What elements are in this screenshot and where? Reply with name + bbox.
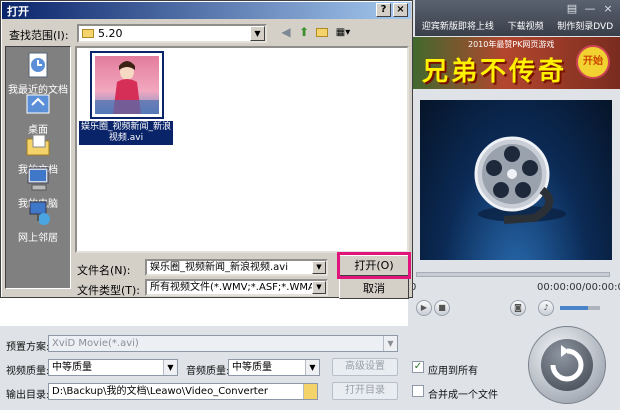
settings-panel: 预置方案: XviD Movie(*.avi) ▼ 视频质量: 中等质量 ▼ 音… xyxy=(0,326,620,410)
place-network[interactable]: 网上邻居 xyxy=(6,199,70,244)
chevron-down-icon: ▼ xyxy=(312,281,326,294)
film-reel-icon xyxy=(474,136,566,224)
place-label: 网上邻居 xyxy=(18,233,58,244)
banner-title: 兄弟不传奇 xyxy=(422,57,568,87)
advanced-settings-button[interactable]: 高级设置 xyxy=(332,358,398,376)
volume-fill xyxy=(560,306,588,310)
new-folder-icon[interactable] xyxy=(313,24,331,41)
minimize-icon[interactable]: — xyxy=(583,2,597,16)
apply-all-checkbox[interactable]: ✓ xyxy=(412,361,424,373)
dialog-titlebar[interactable]: 打开 ? × xyxy=(2,2,411,19)
place-desktop[interactable]: 桌面 xyxy=(6,91,70,136)
view-menu-icon[interactable]: ▦▾ xyxy=(333,24,353,41)
video-thumbnail-image xyxy=(95,56,159,114)
filetype-label: 文件类型(T): xyxy=(77,284,141,297)
play-icon[interactable]: ▶ xyxy=(416,300,432,316)
video-quality-select[interactable]: 中等质量 ▼ xyxy=(48,359,178,376)
chevron-down-icon: ▼ xyxy=(305,360,319,375)
desktop-icon xyxy=(24,91,52,119)
link-new-version[interactable]: 迎宾新版即将上线 xyxy=(422,19,494,35)
filetype-select[interactable]: 所有视频文件(*.WMV;*.ASF;*.WMA;*.AVI; ▼ xyxy=(145,279,328,296)
output-label: 输出目录: xyxy=(6,390,50,401)
network-places-icon xyxy=(24,199,52,227)
folder-browse-icon[interactable] xyxy=(303,384,317,399)
banner-badge: 开始 xyxy=(576,45,610,79)
file-thumbnail[interactable] xyxy=(90,51,164,119)
help-button[interactable]: ? xyxy=(376,3,391,17)
top-links: 迎宾新版即将上线 下载视频 制作刻录DVD xyxy=(415,19,620,35)
preset-label: 预置方案: xyxy=(6,342,50,353)
stop-icon[interactable]: ■ xyxy=(434,300,450,316)
look-in-select[interactable]: 5.20 ▼ xyxy=(77,24,267,43)
chevron-down-icon: ▼ xyxy=(383,336,397,351)
places-bar: 我最近的文档 桌面 我的文档 我的电脑 网上邻居 xyxy=(5,46,71,289)
video-quality-label: 视频质量: xyxy=(6,366,50,377)
output-path-field[interactable]: D:\Backup\我的文档\Leawo\Video_Converter xyxy=(48,383,318,400)
my-documents-icon xyxy=(24,131,52,159)
audio-quality-label: 音频质量: xyxy=(186,366,230,377)
convert-arrow-icon xyxy=(541,339,593,391)
convert-button[interactable] xyxy=(528,326,606,404)
playback-controls: ▶ ■ ◙ ♪ xyxy=(410,298,620,320)
video-preview xyxy=(420,100,612,260)
volume-icon[interactable]: ♪ xyxy=(538,300,554,316)
look-in-value: 5.20 xyxy=(98,27,123,40)
file-queue-area[interactable] xyxy=(0,296,408,326)
filename-label: 文件名(N): xyxy=(77,264,131,277)
close-app-icon[interactable]: × xyxy=(601,2,615,16)
look-in-label: 查找范围(I): xyxy=(9,29,69,42)
merge-label: 合并成一个文件 xyxy=(428,390,498,401)
open-directory-button[interactable]: 打开目录 xyxy=(332,382,398,400)
open-file-dialog: 打开 ? × 查找范围(I): 5.20 ▼ ◀ ⬆ ▦▾ 我最近的文档 桌面 … xyxy=(0,0,413,299)
video-quality-value: 中等质量 xyxy=(52,362,92,373)
seek-bar[interactable] xyxy=(416,272,610,277)
link-make-dvd[interactable]: 制作刻录DVD xyxy=(557,19,613,35)
merge-checkbox[interactable] xyxy=(412,385,424,397)
output-path-value: D:\Backup\我的文档\Leawo\Video_Converter xyxy=(52,386,268,397)
chevron-down-icon: ▼ xyxy=(163,360,177,375)
preset-select[interactable]: XviD Movie(*.avi) ▼ xyxy=(48,335,398,352)
dialog-title: 打开 xyxy=(7,5,29,18)
apply-all-label: 应用到所有 xyxy=(428,366,478,377)
file-list[interactable]: 娱乐圈_视频新闻_新浪视频.avi xyxy=(75,46,409,253)
preset-value: XviD Movie(*.avi) xyxy=(52,338,139,349)
filename-value: 娱乐圈_视频新闻_新浪视频.avi xyxy=(150,262,289,273)
ad-banner[interactable]: 2010年最赞PK网页游戏 兄弟不传奇 开始 xyxy=(410,37,620,89)
filename-input[interactable]: 娱乐圈_视频新闻_新浪视频.avi ▼ xyxy=(145,259,328,276)
open-button-highlight xyxy=(337,252,411,279)
close-icon[interactable]: × xyxy=(393,3,408,17)
link-download-video[interactable]: 下载视频 xyxy=(508,19,544,35)
volume-slider[interactable] xyxy=(560,306,600,310)
back-icon[interactable]: ◀ xyxy=(277,24,295,41)
chevron-down-icon: ▼ xyxy=(312,261,326,274)
banner-subtitle: 2010年最赞PK网页游戏 xyxy=(468,40,555,49)
up-folder-icon[interactable]: ⬆ xyxy=(295,24,313,41)
folder-icon xyxy=(82,29,94,38)
recent-docs-icon xyxy=(24,51,52,79)
time-display: 00:00:00/00:00:00 xyxy=(537,282,620,293)
cancel-button[interactable]: 取消 xyxy=(339,278,409,299)
place-recent[interactable]: 我最近的文档 xyxy=(6,51,70,96)
audio-quality-select[interactable]: 中等质量 ▼ xyxy=(228,359,320,376)
audio-quality-value: 中等质量 xyxy=(232,362,272,373)
menu-icon[interactable]: ▤ xyxy=(565,2,579,16)
snapshot-icon[interactable]: ◙ xyxy=(510,300,526,316)
my-computer-icon xyxy=(24,165,52,193)
file-name-label[interactable]: 娱乐圈_视频新闻_新浪视频.avi xyxy=(79,121,173,145)
chevron-down-icon: ▼ xyxy=(250,26,265,41)
filetype-value: 所有视频文件(*.WMV;*.ASF;*.WMA;*.AVI; xyxy=(150,282,328,293)
